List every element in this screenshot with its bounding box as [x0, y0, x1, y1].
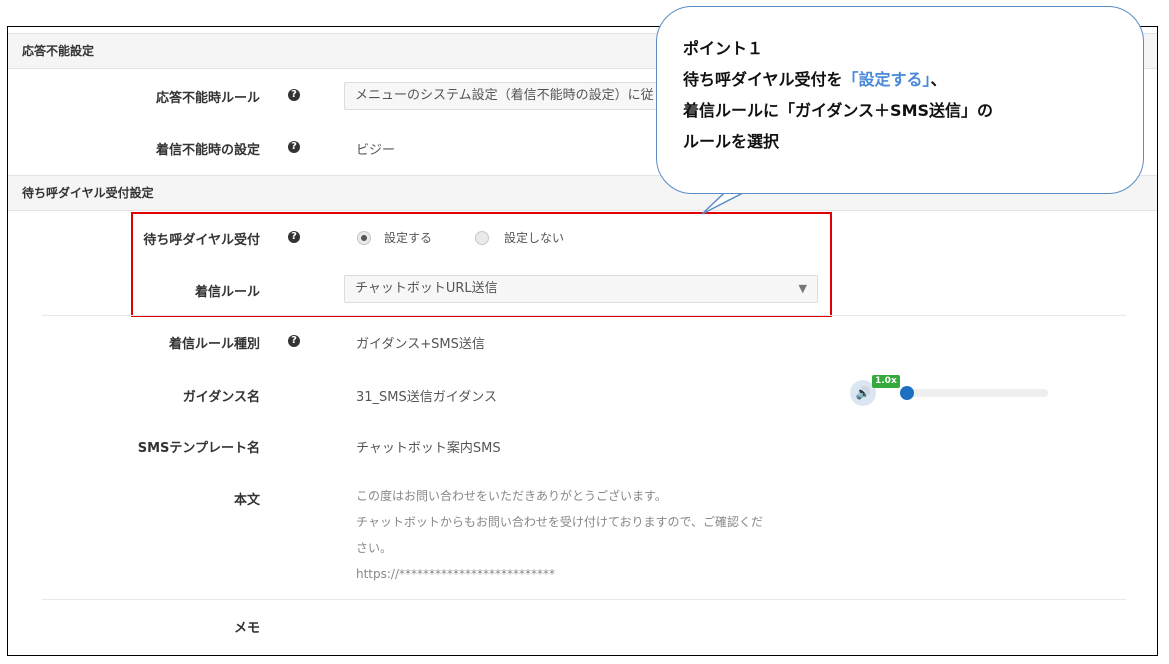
- guidance-name-value: 31_SMS送信ガイダンス: [356, 390, 497, 405]
- highlight-box: [131, 212, 832, 317]
- unanswerable-rule-value: メニューのシステム設定（着信不能時の設定）に従: [355, 88, 654, 103]
- help-icon[interactable]: ?: [288, 141, 300, 153]
- body-line: https://**************************: [356, 567, 556, 581]
- callout-line: 着信ルールに「ガイダンス＋SMS送信」の: [683, 101, 994, 120]
- callout-title: ポイント１: [683, 39, 764, 58]
- divider: [42, 599, 1126, 600]
- label-rule-type: 着信ルール種別: [168, 337, 260, 352]
- label-body: 本文: [233, 493, 260, 508]
- help-icon[interactable]: ?: [288, 335, 300, 347]
- help-icon[interactable]: ?: [288, 89, 300, 101]
- callout-line: 待ち呼ダイヤル受付を「設定する」、: [683, 70, 947, 89]
- label-memo: メモ: [233, 621, 260, 636]
- unreachable-setting-value: ビジー: [356, 143, 396, 158]
- label-unreachable-setting: 着信不能時の設定: [155, 143, 260, 158]
- playback-speed-badge[interactable]: 1.0x: [872, 375, 900, 388]
- callout-accent: 「設定する」: [842, 70, 931, 89]
- audio-seek-handle[interactable]: [900, 386, 914, 400]
- label-guidance-name: ガイダンス名: [182, 390, 260, 405]
- rule-type-value: ガイダンス+SMS送信: [356, 337, 485, 352]
- audio-seek-track[interactable]: [900, 389, 1048, 397]
- divider: [42, 315, 1126, 316]
- body-line: この度はお問い合わせをいただきありがとうございます。: [356, 489, 667, 503]
- body-text: この度はお問い合わせをいただきありがとうございます。 チャットボットからもお問い…: [356, 483, 826, 587]
- sms-template-value: チャットボット案内SMS: [356, 441, 501, 456]
- label-sms-template: SMSテンプレート名: [137, 441, 260, 456]
- label-unanswerable-rule: 応答不能時ルール: [155, 91, 260, 106]
- audio-player: 🔊 1.0x: [850, 375, 1050, 406]
- body-line: チャットボットからもお問い合わせを受け付けておりますので、ご確認くだ: [356, 515, 764, 529]
- callout-bubble: ポイント１ 待ち呼ダイヤル受付を「設定する」、 着信ルールに「ガイダンス＋SMS…: [656, 6, 1144, 194]
- body-line: さい。: [356, 541, 393, 555]
- callout-line: ルールを選択: [683, 132, 780, 151]
